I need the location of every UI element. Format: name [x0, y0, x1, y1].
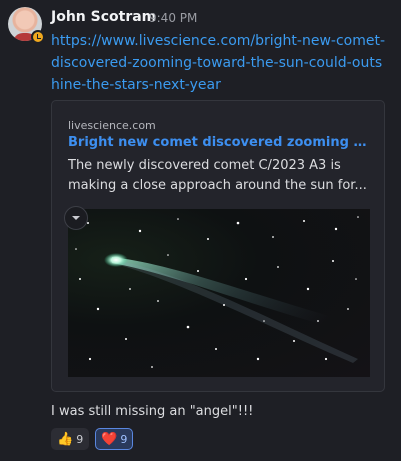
chevron-down-icon[interactable] — [64, 206, 88, 230]
embed-image[interactable] — [68, 209, 370, 377]
message-link[interactable]: https://www.livescience.com/bright-new-c… — [51, 30, 391, 96]
link-embed: livescience.com Bright new comet discove… — [51, 100, 385, 392]
author-name[interactable]: John Scotram — [51, 9, 156, 25]
heart-icon: ❤️ — [101, 431, 118, 447]
avatar[interactable] — [8, 7, 45, 44]
reaction-thumbs-up[interactable]: 👍 9 — [51, 428, 90, 450]
embed-site: livescience.com — [68, 119, 156, 132]
reaction-count: 9 — [120, 432, 128, 446]
timestamp: 9:40 PM — [149, 11, 198, 25]
embed-description: The newly discovered comet C/2023 A3 is … — [68, 158, 367, 193]
reaction-heart[interactable]: ❤️ 9 — [95, 428, 134, 450]
reactions-bar: 👍 9 ❤️ 9 — [51, 428, 134, 450]
message-text: I was still missing an "angel"!!! — [51, 404, 254, 419]
thumbs-up-icon: 👍 — [57, 431, 74, 447]
comet-image — [75, 216, 368, 368]
embed-title[interactable]: Bright new comet discovered zooming to..… — [68, 135, 372, 150]
reaction-count: 9 — [76, 432, 84, 446]
clock-badge-icon — [31, 30, 45, 44]
